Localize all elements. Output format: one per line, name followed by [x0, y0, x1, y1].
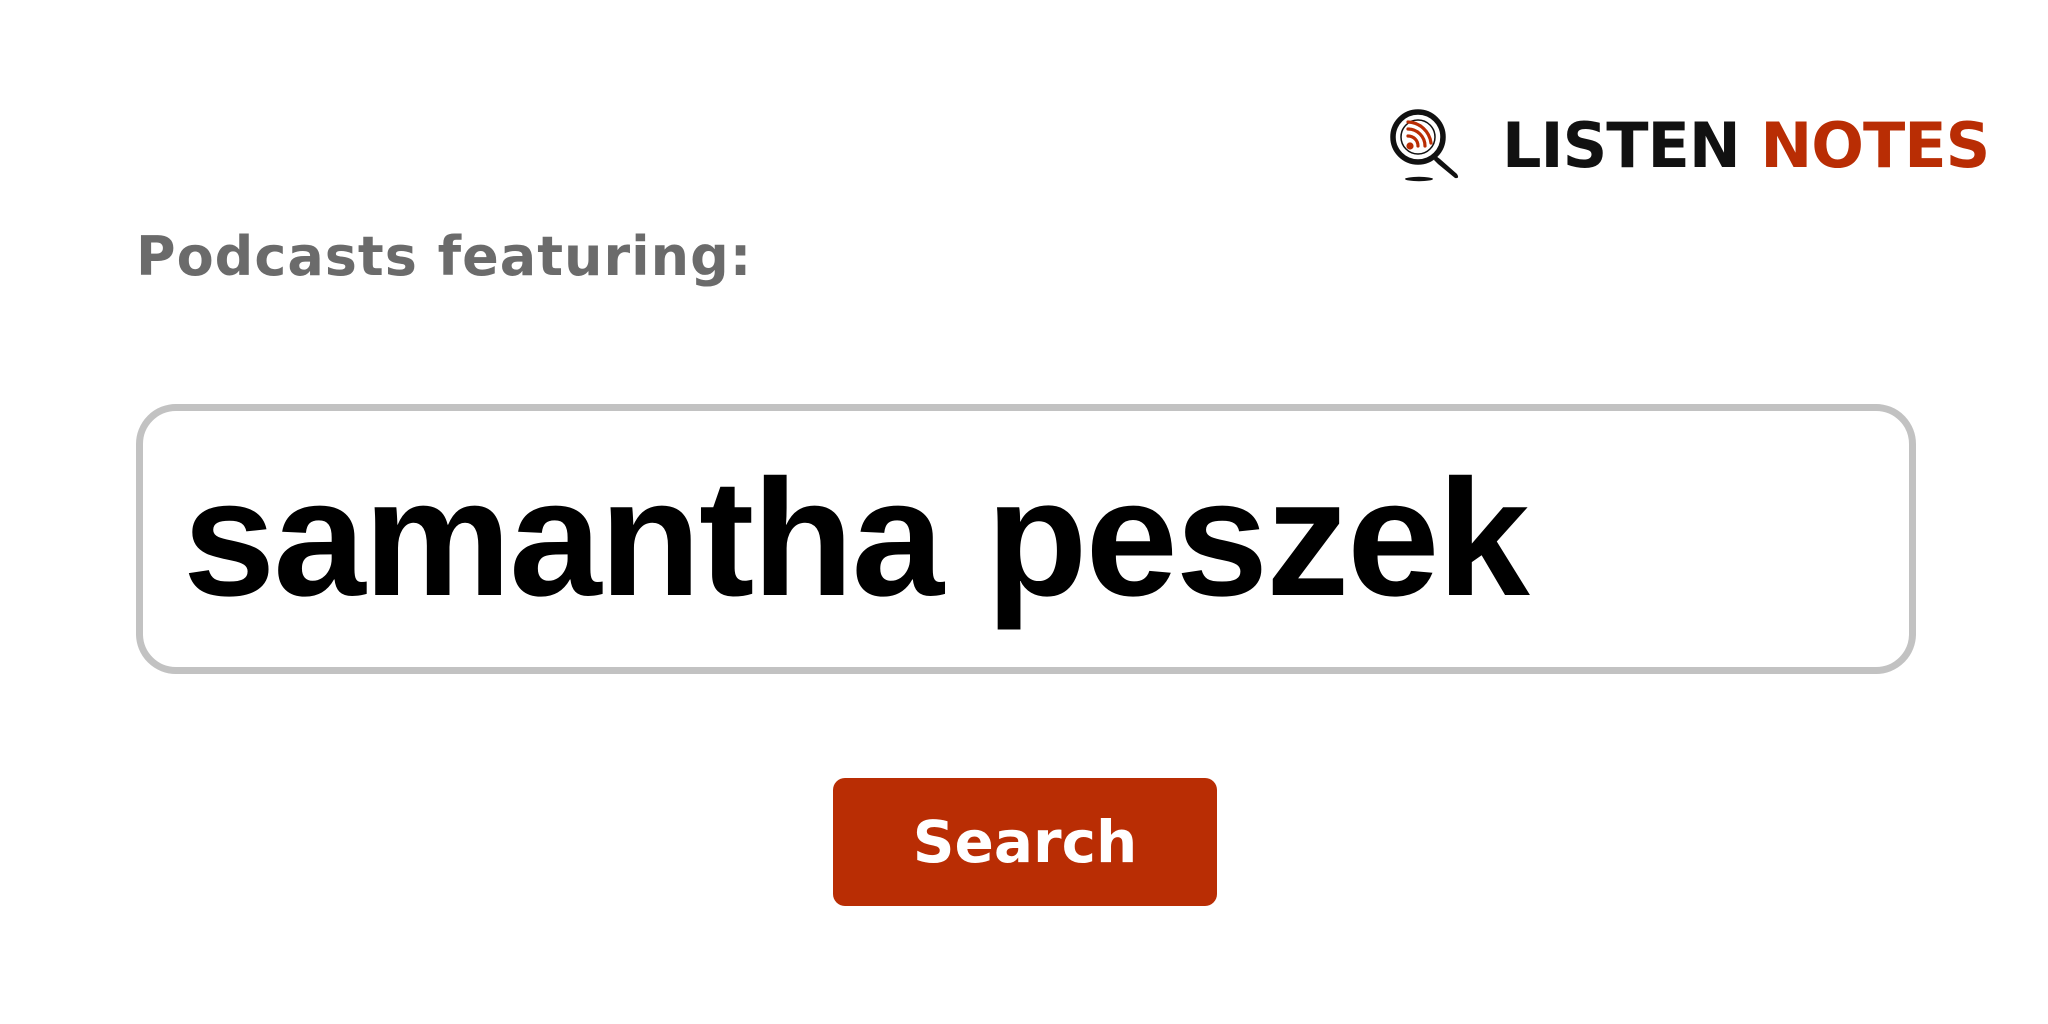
search-box [136, 404, 1916, 674]
listen-notes-logo[interactable]: LISTEN NOTES [1386, 106, 1990, 186]
search-input[interactable] [183, 411, 1863, 667]
search-button[interactable]: Search [833, 778, 1217, 906]
page-heading: Podcasts featuring: [136, 225, 753, 288]
logo-wordmark: LISTEN NOTES [1502, 115, 1990, 177]
logo-word-listen: LISTEN [1502, 109, 1741, 182]
magnifier-podcast-icon [1390, 109, 1459, 182]
logo-word-notes: NOTES [1760, 109, 1990, 182]
